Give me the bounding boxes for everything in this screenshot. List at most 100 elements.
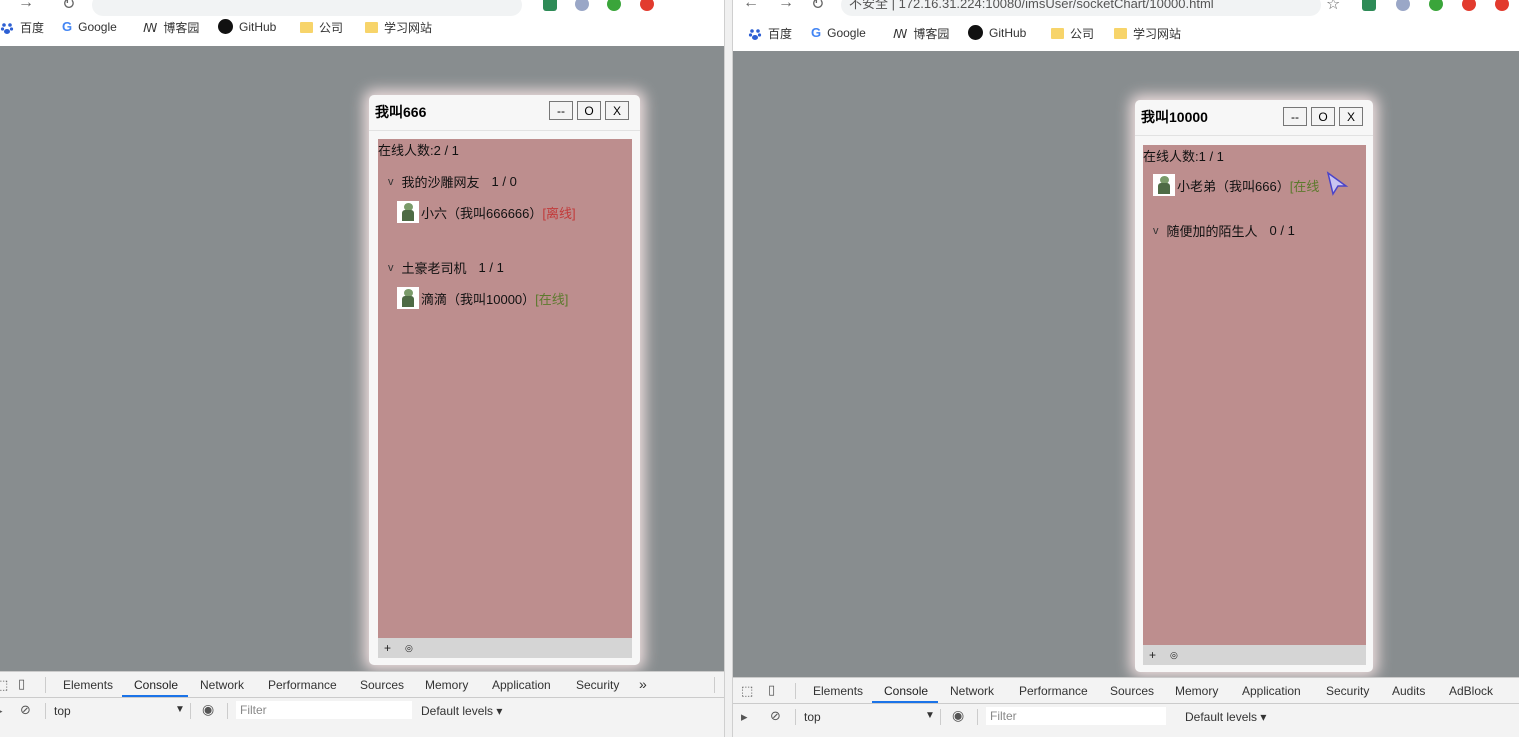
star-icon[interactable]: ☆ — [1326, 0, 1340, 14]
bookmark-google[interactable]: G Google — [811, 25, 866, 40]
bookmark-google[interactable]: G Google — [62, 19, 117, 34]
add-icon[interactable]: + — [384, 641, 391, 655]
tab-elements[interactable]: Elements — [813, 684, 863, 698]
address-bar[interactable]: 不安全 | 172.16.31.224:10080/imsUser/socket… — [841, 0, 1321, 16]
extension-icon[interactable] — [1429, 0, 1443, 11]
tab-application[interactable]: Application — [492, 678, 551, 692]
console-filter-input[interactable]: Filter — [986, 707, 1166, 725]
bookmark-github[interactable]: GitHub — [218, 19, 276, 34]
chevron-down-icon: v — [1153, 224, 1159, 237]
left-reload-icon[interactable]: ↻ — [62, 0, 75, 14]
friend-group-header[interactable]: v 我的沙雕网友 1 / 0 — [388, 172, 517, 191]
tab-sources[interactable]: Sources — [1110, 684, 1154, 698]
left-page-viewport: 我叫666 -- O X 在线人数:2 / 1 v 我的沙雕网友 1 / 0 小… — [0, 46, 724, 671]
bookmark-github[interactable]: GitHub — [968, 25, 1026, 40]
tab-sources[interactable]: Sources — [360, 678, 404, 692]
clear-console-icon[interactable]: ⊘ — [20, 702, 31, 718]
chat-window: 我叫666 -- O X 在线人数:2 / 1 v 我的沙雕网友 1 / 0 小… — [369, 95, 640, 665]
tab-network[interactable]: Network — [200, 678, 244, 692]
console-filter-input[interactable]: Filter — [236, 701, 412, 719]
folder-icon — [300, 22, 313, 33]
minimize-button[interactable]: -- — [549, 101, 573, 120]
tab-security[interactable]: Security — [1326, 684, 1369, 698]
reload-icon[interactable]: ↻ — [811, 0, 824, 14]
bookmark-company[interactable]: 公司 — [300, 19, 343, 36]
eye-icon[interactable]: ◉ — [202, 701, 214, 718]
avatar — [397, 287, 419, 309]
bookmark-study-sites[interactable]: 学习网站 — [1114, 25, 1181, 42]
tab-memory[interactable]: Memory — [425, 678, 468, 692]
inspect-icon[interactable]: ⬚ — [0, 677, 8, 693]
tab-application[interactable]: Application — [1242, 684, 1301, 698]
more-tabs-icon[interactable]: » — [639, 676, 647, 692]
friend-list-panel: 在线人数:1 / 1 小老弟（我叫666） [在线 v 随便加的陌生人 0 / … — [1143, 145, 1366, 645]
extension-icon[interactable] — [1495, 0, 1509, 11]
tab-performance[interactable]: Performance — [268, 678, 337, 692]
tab-adblock[interactable]: AdBlock — [1449, 684, 1493, 698]
extension-icon[interactable] — [1362, 0, 1376, 11]
left-extension-icon[interactable] — [543, 0, 557, 11]
friend-item[interactable]: 小老弟（我叫666） [在线 — [1153, 174, 1319, 196]
status-badge: [离线] — [542, 205, 576, 221]
context-selector[interactable]: top — [54, 704, 71, 718]
tab-performance[interactable]: Performance — [1019, 684, 1088, 698]
toolbar-divider — [795, 683, 796, 699]
left-forward-icon[interactable]: → — [18, 0, 34, 12]
bookmark-cnblogs[interactable]: ꟿ 博客园 — [143, 19, 199, 36]
right-page-viewport: 我叫10000 -- O X 在线人数:1 / 1 小老弟（我叫666） [在线… — [733, 51, 1519, 677]
device-toggle-icon[interactable]: ▯ — [768, 682, 775, 698]
friend-group-header[interactable]: v 随便加的陌生人 0 / 1 — [1153, 221, 1295, 240]
log-levels-dropdown[interactable]: Default levels ▾ — [1185, 710, 1266, 724]
device-toggle-icon[interactable]: ▯ — [18, 676, 25, 692]
minimize-button[interactable]: -- — [1283, 107, 1307, 126]
context-dropdown-icon[interactable]: ▼ — [175, 704, 185, 715]
tab-memory[interactable]: Memory — [1175, 684, 1218, 698]
tab-console[interactable]: Console — [134, 678, 178, 692]
log-levels-dropdown[interactable]: Default levels ▾ — [421, 704, 502, 718]
friend-item[interactable]: 小六（我叫666666） [离线] — [397, 201, 576, 223]
friend-item[interactable]: 滴滴（我叫10000） [在线] — [397, 287, 568, 309]
window-divider — [724, 0, 733, 737]
bookmark-baidu[interactable]: 百度 — [0, 19, 44, 36]
forward-icon[interactable]: → — [778, 0, 794, 12]
devtools-tab-bar: ⬚ ▯ Elements Console Network Performance… — [0, 672, 724, 698]
clear-console-icon[interactable]: ⊘ — [770, 708, 781, 724]
left-extension-icon[interactable] — [640, 0, 654, 11]
left-extension-icon[interactable] — [607, 0, 621, 11]
bookmark-study-sites[interactable]: 学习网站 — [365, 19, 432, 36]
tab-network[interactable]: Network — [950, 684, 994, 698]
console-toolbar: ▸ ⊘ top ▼ ◉ Filter Default levels ▾ — [0, 698, 724, 724]
settings-icon[interactable]: ◎ — [1170, 650, 1178, 661]
maximize-button[interactable]: O — [577, 101, 601, 120]
left-extension-icon[interactable] — [575, 0, 589, 11]
maximize-button[interactable]: O — [1311, 107, 1335, 126]
sidebar-toggle-icon[interactable]: ▸ — [0, 703, 3, 719]
extension-icon[interactable] — [1462, 0, 1476, 11]
toolbar-divider — [940, 709, 941, 725]
eye-icon[interactable]: ◉ — [952, 707, 964, 724]
chevron-down-icon: v — [388, 175, 394, 188]
context-selector[interactable]: top — [804, 710, 821, 724]
baidu-paw-icon — [0, 22, 14, 34]
tab-elements[interactable]: Elements — [63, 678, 113, 692]
bookmark-company[interactable]: 公司 — [1051, 25, 1094, 42]
back-icon[interactable]: ← — [743, 0, 759, 12]
group-count: 1 / 0 — [491, 174, 517, 189]
close-button[interactable]: X — [605, 101, 629, 120]
tab-security[interactable]: Security — [576, 678, 619, 692]
bookmark-cnblogs[interactable]: ꟿ 博客园 — [893, 25, 949, 42]
tab-audits[interactable]: Audits — [1392, 684, 1425, 698]
sidebar-toggle-icon[interactable]: ▸ — [741, 709, 748, 725]
add-icon[interactable]: + — [1149, 648, 1156, 662]
extension-icon[interactable] — [1396, 0, 1410, 11]
bookmark-baidu[interactable]: 百度 — [748, 25, 792, 42]
window-controls: -- O X — [1283, 107, 1363, 126]
tab-console[interactable]: Console — [884, 684, 928, 698]
online-count: 在线人数:1 / 1 — [1143, 149, 1224, 164]
status-badge: [在线 — [1289, 178, 1320, 194]
inspect-icon[interactable]: ⬚ — [741, 683, 753, 699]
settings-icon[interactable]: ◎ — [405, 643, 413, 654]
context-dropdown-icon[interactable]: ▼ — [925, 710, 935, 721]
close-button[interactable]: X — [1339, 107, 1363, 126]
friend-group-header[interactable]: v 土豪老司机 1 / 1 — [388, 258, 504, 277]
